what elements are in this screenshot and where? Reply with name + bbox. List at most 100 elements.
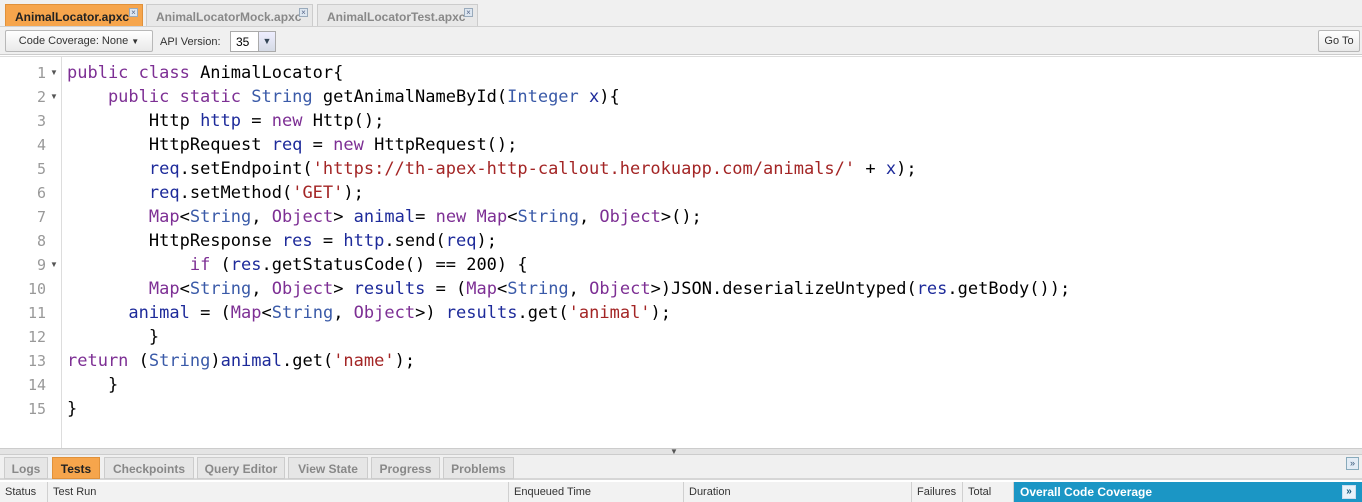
code-token: <	[261, 303, 272, 323]
editor-toolbar: Code Coverage: None ▼ API Version: 35 ▼ G…	[0, 27, 1362, 55]
code-token: >)JSON.deserializeUntyped(	[650, 279, 917, 299]
code-token: req	[271, 135, 303, 155]
code-token: );	[343, 183, 364, 203]
code-token: = (	[425, 279, 467, 299]
close-icon[interactable]: ×	[464, 8, 473, 17]
line-number: 7	[36, 208, 46, 226]
column-test-run[interactable]: Test Run	[48, 482, 509, 502]
code-token: );	[394, 351, 416, 371]
code-line: req.setEndpoint('https://th-apex-http-ca…	[67, 157, 1070, 181]
close-icon[interactable]: ×	[129, 8, 138, 17]
code-editor[interactable]: 1 ▼ 2 ▼ 3 4 5 6 7 8 9 ▼ 10 11 12 13 14 15 public class An…	[0, 56, 1362, 449]
code-token: String	[251, 87, 313, 107]
code-line: return (String)animal.get('name');	[67, 349, 1070, 373]
code-token: ,	[251, 279, 272, 299]
code-token: String	[189, 207, 252, 227]
tab-checkpoints[interactable]: Checkpoints	[104, 457, 194, 479]
code-line: req.setMethod('GET');	[67, 181, 1070, 205]
code-token: .setMethod(	[179, 183, 293, 203]
code-token: res	[230, 255, 262, 275]
column-total[interactable]: Total	[963, 482, 1014, 502]
tab-progress[interactable]: Progress	[371, 457, 440, 479]
overall-code-coverage-header: Overall Code Coverage »	[1014, 482, 1362, 502]
line-number: 4	[36, 136, 46, 154]
tab-logs[interactable]: Logs	[4, 457, 48, 479]
column-status[interactable]: Status	[0, 482, 48, 502]
code-token: 'GET'	[292, 183, 344, 203]
api-version-value: 35	[236, 35, 250, 49]
code-token: animal	[220, 351, 282, 371]
column-enqueued-time[interactable]: Enqueued Time	[509, 482, 684, 502]
file-tab-animallocator[interactable]: AnimalLocator.apxc ×	[5, 4, 143, 26]
code-token: +	[855, 159, 886, 179]
code-line: public static String getAnimalNameById(I…	[67, 85, 1070, 109]
code-token: http	[200, 111, 242, 131]
line-number: 9	[36, 256, 46, 274]
tab-view-state[interactable]: View State	[288, 457, 368, 479]
code-token: Map	[476, 207, 508, 227]
line-number: 3	[36, 112, 46, 130]
tab-label: AnimalLocatorTest.apxc	[327, 10, 466, 24]
fold-arrow-icon[interactable]: ▼	[50, 260, 58, 269]
code-token: =	[241, 111, 272, 131]
line-number: 6	[36, 184, 46, 202]
code-token: Http();	[302, 111, 385, 131]
file-tab-animallocatormock[interactable]: AnimalLocatorMock.apxc ×	[146, 4, 313, 26]
code-token: HttpRequest();	[363, 135, 518, 155]
tab-tests[interactable]: Tests	[52, 457, 100, 479]
tab-query-editor[interactable]: Query Editor	[197, 457, 285, 479]
code-token: new	[333, 135, 364, 155]
code-token: .setEndpoint(	[179, 159, 313, 179]
code-token: .get(	[282, 351, 334, 371]
code-token: results	[445, 303, 518, 323]
code-token: String	[189, 279, 252, 299]
code-line: }	[67, 373, 1070, 397]
code-token: String	[148, 351, 211, 371]
code-token: getAnimalNameById(	[312, 87, 508, 107]
code-content[interactable]: public class AnimalLocator{ public stati…	[67, 61, 1070, 421]
code-token: =	[415, 207, 436, 227]
tab-problems[interactable]: Problems	[443, 457, 514, 479]
bottom-panel-tabs: Logs Tests Checkpoints Query Editor View…	[0, 455, 1362, 480]
code-token: animal	[353, 207, 416, 227]
code-coverage-dropdown[interactable]: Code Coverage: None ▼	[5, 30, 153, 52]
panel-splitter[interactable]: ▼	[0, 447, 1362, 456]
code-token: (	[128, 351, 149, 371]
code-line: HttpResponse res = http.send(req);	[67, 229, 1070, 253]
api-version-select[interactable]: 35 ▼	[230, 31, 276, 52]
fold-arrow-icon[interactable]: ▼	[50, 68, 58, 77]
code-token: =	[312, 231, 344, 251]
column-duration[interactable]: Duration	[684, 482, 912, 502]
code-token: req	[148, 159, 180, 179]
code-token: <	[179, 279, 190, 299]
file-tab-animallocatortest[interactable]: AnimalLocatorTest.apxc ×	[317, 4, 478, 26]
code-token: public static	[67, 87, 252, 107]
code-token: >	[333, 279, 354, 299]
code-coverage-label: Code Coverage: None	[18, 35, 129, 47]
code-token: <	[497, 279, 508, 299]
code-token: }	[67, 375, 119, 395]
code-token: http	[343, 231, 385, 251]
column-failures[interactable]: Failures	[912, 482, 963, 502]
code-token: .getStatusCode() == 200) {	[261, 255, 528, 275]
code-token: results	[353, 279, 426, 299]
code-token: = (	[189, 303, 231, 323]
chevron-down-icon: ▼	[258, 32, 275, 51]
code-token: Map	[466, 279, 497, 299]
code-line: }	[67, 325, 1070, 349]
expand-icon[interactable]: »	[1342, 485, 1356, 499]
code-token: Object	[589, 279, 651, 299]
code-token: >)	[415, 303, 446, 323]
code-token: ,	[568, 279, 590, 299]
collapse-panel-icon[interactable]: »	[1346, 457, 1359, 470]
line-number: 11	[27, 304, 46, 322]
code-token: x	[885, 159, 897, 179]
go-to-button[interactable]: Go To	[1318, 30, 1360, 52]
line-number: 5	[36, 160, 46, 178]
fold-arrow-icon[interactable]: ▼	[50, 92, 58, 101]
close-icon[interactable]: ×	[299, 8, 308, 17]
code-token: }	[67, 399, 78, 419]
